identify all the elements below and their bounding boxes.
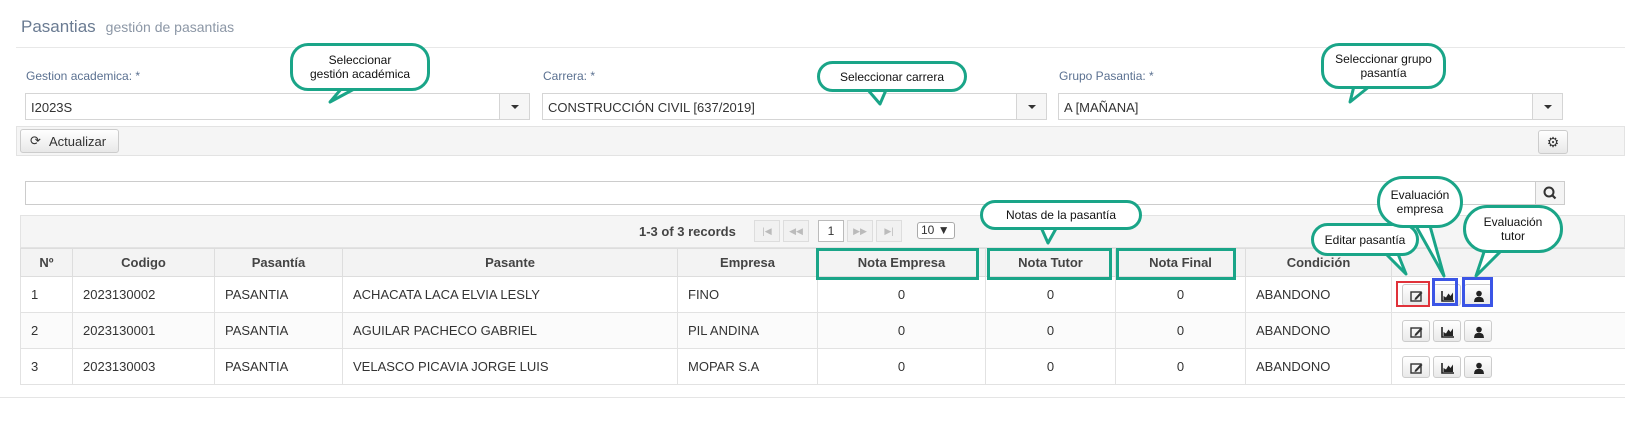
callout-eval-empresa: Evaluación empresa [1377, 176, 1463, 228]
toolbar [16, 126, 1625, 156]
col-header[interactable]: Pasante [342, 248, 678, 277]
chevron-down-icon[interactable] [1016, 94, 1046, 119]
table-cell: PASANTIA [214, 276, 343, 313]
chevron-down-icon[interactable] [499, 94, 529, 119]
table-cell: 0 [985, 312, 1116, 349]
refresh-label: Actualizar [49, 134, 107, 149]
carrera-value: CONSTRUCCIÓN CIVIL [637/2019] [548, 100, 755, 115]
gestion-value: I2023S [31, 100, 73, 115]
next-page-button[interactable]: ▶▶ [847, 220, 873, 242]
table-cell: FINO [677, 276, 818, 313]
eval-tutor-highlight [1462, 277, 1493, 307]
current-page[interactable]: 1 [818, 220, 844, 242]
row-actions [1391, 348, 1625, 385]
chart-icon [1441, 326, 1454, 338]
table-cell: 2023130003 [72, 348, 215, 385]
col-header[interactable]: Empresa [677, 248, 818, 277]
table-cell: PASANTIA [214, 312, 343, 349]
table-cell: 2023130001 [72, 312, 215, 349]
edit-icon [1410, 326, 1423, 338]
chevron-down-icon[interactable] [1532, 94, 1562, 119]
table-cell: PIL ANDINA [677, 312, 818, 349]
search-icon [1543, 186, 1557, 200]
first-page-button[interactable]: |◀ [754, 220, 780, 242]
grupo-label: Grupo Pasantia: * [1059, 69, 1154, 83]
edit-button[interactable] [1402, 355, 1430, 378]
table-cell: 3 [20, 348, 73, 385]
search-input[interactable] [25, 181, 1536, 205]
table-cell: 2023130002 [72, 276, 215, 313]
page-title: Pasantias [21, 17, 96, 36]
table-cell: 0 [985, 348, 1116, 385]
evaluacion-tutor-button[interactable] [1464, 355, 1492, 378]
col-header[interactable]: Pasantía [214, 248, 343, 277]
callout-notas: Notas de la pasantía [980, 200, 1142, 230]
table-cell: PASANTIA [214, 348, 343, 385]
refresh-icon: ⟳ [30, 133, 41, 148]
settings-button[interactable]: ⚙ [1538, 130, 1568, 154]
user-icon [1474, 362, 1484, 374]
col-header[interactable]: Codigo [72, 248, 215, 277]
row-actions [1391, 312, 1625, 349]
table-row[interactable]: 3 2023130003 PASANTIA VELASCO PICAVIA JORGE… [20, 348, 1625, 385]
nota-tutor-highlight [987, 248, 1112, 280]
callout-eval-tutor: Evaluación tutor [1463, 205, 1563, 253]
evaluacion-tutor-button[interactable] [1464, 319, 1492, 342]
table-cell: 2 [20, 312, 73, 349]
carrera-select[interactable]: CONSTRUCCIÓN CIVIL [637/2019] [542, 93, 1047, 120]
table-cell: 0 [817, 312, 986, 349]
table-row[interactable]: 1 2023130002 PASANTIA ACHACATA LACA ELVIA L… [20, 276, 1625, 313]
table-cell: 0 [817, 276, 986, 313]
grupo-select[interactable]: A [MAÑANA] [1058, 93, 1563, 120]
table-cell: VELASCO PICAVIA JORGE LUIS [342, 348, 678, 385]
table-cell: AGUILAR PACHECO GABRIEL [342, 312, 678, 349]
gestion-select[interactable]: I2023S [25, 93, 530, 120]
table-cell: 1 [20, 276, 73, 313]
table-cell: 0 [817, 348, 986, 385]
last-page-button[interactable]: ▶| [876, 220, 902, 242]
nota-final-highlight [1116, 248, 1236, 280]
gear-icon: ⚙ [1546, 134, 1560, 150]
gestion-label: Gestion academica: * [26, 69, 141, 83]
callout-gestion: Seleccionar gestión académica [290, 43, 430, 91]
table-cell: 0 [1115, 348, 1246, 385]
edit-highlight [1396, 281, 1430, 307]
evaluacion-empresa-button[interactable] [1433, 319, 1461, 342]
refresh-button[interactable]: ⟳ Actualizar [20, 129, 119, 153]
edit-icon [1410, 362, 1423, 374]
edit-button[interactable] [1402, 319, 1430, 342]
eval-empresa-highlight [1432, 278, 1458, 306]
table-cell: 0 [1115, 312, 1246, 349]
callout-grupo: Seleccionar grupo pasantía [1321, 43, 1446, 89]
table-cell: 0 [1115, 276, 1246, 313]
callout-carrera: Seleccionar carrera [817, 61, 967, 92]
page-subtitle: gestión de pasantias [105, 19, 235, 35]
table-cell: ABANDONO [1245, 348, 1392, 385]
table-row[interactable]: 2 2023130001 PASANTIA AGUILAR PACHECO GABRI… [20, 312, 1625, 349]
grupo-value: A [MAÑANA] [1064, 100, 1139, 115]
evaluacion-empresa-button[interactable] [1433, 355, 1461, 378]
table-cell: ABANDONO [1245, 312, 1392, 349]
nota-empresa-highlight [816, 248, 979, 280]
rows-per-page-value: 10 [921, 223, 935, 237]
search-button[interactable] [1535, 181, 1565, 205]
table-cell: ACHACATA LACA ELVIA LESLY [342, 276, 678, 313]
prev-page-button[interactable]: ◀◀ [783, 220, 809, 242]
chart-icon [1441, 362, 1454, 374]
user-icon [1474, 326, 1484, 338]
page-header: Pasantias gestión de pasantias [21, 17, 234, 37]
table-cell: 0 [985, 276, 1116, 313]
carrera-label: Carrera: * [543, 69, 596, 83]
table-cell: MOPAR S.A [677, 348, 818, 385]
records-info: 1-3 of 3 records [639, 224, 736, 239]
col-header[interactable]: Nº [20, 248, 73, 277]
table-cell: ABANDONO [1245, 276, 1392, 313]
rows-per-page-select[interactable]: 10 ▼ [917, 222, 955, 239]
